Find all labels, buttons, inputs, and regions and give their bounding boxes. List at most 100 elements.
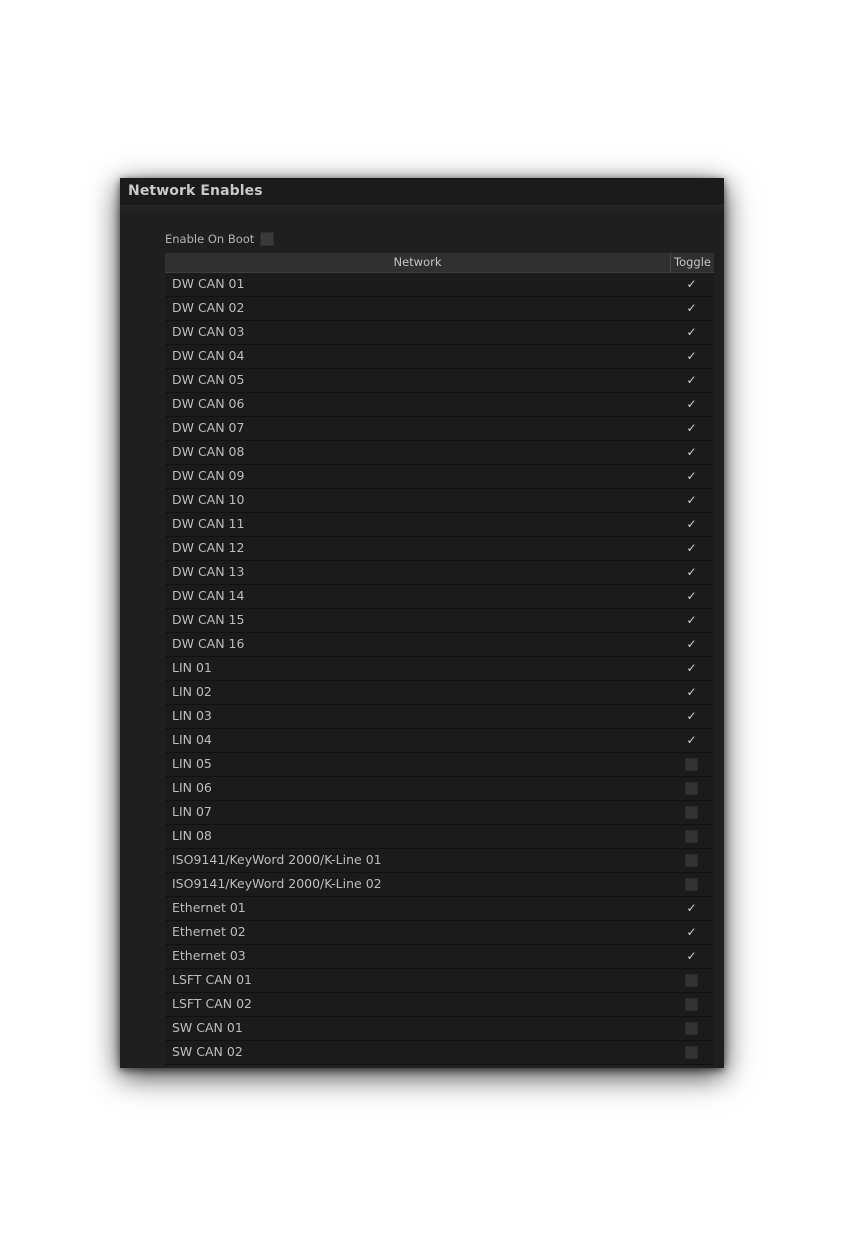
table-row[interactable]: Ethernet 02 ✓: [165, 921, 714, 945]
table-row[interactable]: DW CAN 15 ✓: [165, 609, 714, 633]
toggle-checkbox[interactable]: [685, 806, 698, 819]
toggle-checkbox[interactable]: [685, 878, 698, 891]
checkmark-icon[interactable]: ✓: [686, 422, 696, 434]
table-row[interactable]: LIN 02 ✓: [165, 681, 714, 705]
table-row[interactable]: DW CAN 07 ✓: [165, 417, 714, 441]
table-row[interactable]: DW CAN 14 ✓: [165, 585, 714, 609]
checkmark-icon[interactable]: ✓: [686, 926, 696, 938]
toggle-checkbox[interactable]: [685, 758, 698, 771]
table-row[interactable]: DW CAN 09 ✓: [165, 465, 714, 489]
toggle-checkbox[interactable]: [685, 974, 698, 987]
toggle-cell[interactable]: [670, 849, 713, 872]
toggle-cell[interactable]: ✓: [670, 705, 713, 728]
toggle-checkbox[interactable]: [685, 830, 698, 843]
toggle-cell[interactable]: ✓: [670, 897, 713, 920]
table-row[interactable]: Ethernet 03 ✓: [165, 945, 714, 969]
toggle-cell[interactable]: [670, 801, 713, 824]
toggle-cell[interactable]: ✓: [670, 561, 713, 584]
checkmark-icon[interactable]: ✓: [686, 638, 696, 650]
toggle-cell[interactable]: ✓: [670, 729, 713, 752]
table-row[interactable]: DW CAN 04 ✓: [165, 345, 714, 369]
toggle-cell[interactable]: ✓: [670, 513, 713, 536]
table-row[interactable]: DW CAN 02 ✓: [165, 297, 714, 321]
checkmark-icon[interactable]: ✓: [686, 710, 696, 722]
toggle-cell[interactable]: ✓: [670, 657, 713, 680]
checkmark-icon[interactable]: ✓: [686, 326, 696, 338]
checkmark-icon[interactable]: ✓: [686, 590, 696, 602]
checkmark-icon[interactable]: ✓: [686, 662, 696, 674]
toggle-cell[interactable]: ✓: [670, 393, 713, 416]
checkmark-icon[interactable]: ✓: [686, 302, 696, 314]
toggle-column-header[interactable]: Toggle: [670, 253, 714, 272]
checkmark-icon[interactable]: ✓: [686, 902, 696, 914]
toggle-cell[interactable]: ✓: [670, 945, 713, 968]
table-row[interactable]: DW CAN 11 ✓: [165, 513, 714, 537]
table-row[interactable]: DW CAN 10 ✓: [165, 489, 714, 513]
table-row[interactable]: ISO9141/KeyWord 2000/K-Line 02: [165, 873, 714, 897]
table-row[interactable]: LIN 08: [165, 825, 714, 849]
checkmark-icon[interactable]: ✓: [686, 518, 696, 530]
toggle-cell[interactable]: [670, 1017, 713, 1040]
table-row[interactable]: LIN 01 ✓: [165, 657, 714, 681]
toggle-cell[interactable]: ✓: [670, 321, 713, 344]
toggle-cell[interactable]: ✓: [670, 921, 713, 944]
enable-on-boot-checkbox[interactable]: [260, 232, 275, 246]
table-row[interactable]: SW CAN 01: [165, 1017, 714, 1041]
table-row[interactable]: DW CAN 03 ✓: [165, 321, 714, 345]
table-row[interactable]: LIN 03 ✓: [165, 705, 714, 729]
toggle-cell[interactable]: [670, 993, 713, 1016]
table-row[interactable]: DW CAN 05 ✓: [165, 369, 714, 393]
toggle-checkbox[interactable]: [685, 998, 698, 1011]
toggle-cell[interactable]: ✓: [670, 417, 713, 440]
toggle-cell[interactable]: ✓: [670, 489, 713, 512]
table-row[interactable]: DW CAN 06 ✓: [165, 393, 714, 417]
toggle-cell[interactable]: ✓: [670, 369, 713, 392]
table-row[interactable]: DW CAN 08 ✓: [165, 441, 714, 465]
checkmark-icon[interactable]: ✓: [686, 494, 696, 506]
checkmark-icon[interactable]: ✓: [686, 278, 696, 290]
title-bar[interactable]: Network Enables: [120, 178, 724, 206]
toggle-cell[interactable]: ✓: [670, 585, 713, 608]
table-row[interactable]: LIN 05: [165, 753, 714, 777]
toggle-checkbox[interactable]: [685, 1022, 698, 1035]
table-row[interactable]: DW CAN 16 ✓: [165, 633, 714, 657]
toggle-cell[interactable]: ✓: [670, 273, 713, 296]
checkmark-icon[interactable]: ✓: [686, 470, 696, 482]
toggle-cell[interactable]: [670, 777, 713, 800]
toggle-checkbox[interactable]: [685, 854, 698, 867]
toggle-cell[interactable]: ✓: [670, 441, 713, 464]
table-row[interactable]: DW CAN 01 ✓: [165, 273, 714, 297]
toggle-checkbox[interactable]: [685, 1046, 698, 1059]
table-row[interactable]: LIN 07: [165, 801, 714, 825]
table-row[interactable]: LSFT CAN 02: [165, 993, 714, 1017]
checkmark-icon[interactable]: ✓: [686, 686, 696, 698]
toggle-cell[interactable]: [670, 1041, 713, 1064]
table-row[interactable]: LSFT CAN 01: [165, 969, 714, 993]
toggle-cell[interactable]: ✓: [670, 633, 713, 656]
toggle-cell[interactable]: ✓: [670, 465, 713, 488]
table-row[interactable]: LIN 04 ✓: [165, 729, 714, 753]
checkmark-icon[interactable]: ✓: [686, 398, 696, 410]
table-row[interactable]: DW CAN 12 ✓: [165, 537, 714, 561]
toggle-cell[interactable]: ✓: [670, 297, 713, 320]
table-row[interactable]: Ethernet 01 ✓: [165, 897, 714, 921]
toggle-cell[interactable]: ✓: [670, 537, 713, 560]
toggle-cell[interactable]: [670, 825, 713, 848]
toggle-cell[interactable]: [670, 873, 713, 896]
toggle-cell[interactable]: ✓: [670, 681, 713, 704]
checkmark-icon[interactable]: ✓: [686, 542, 696, 554]
table-row[interactable]: DW CAN 13 ✓: [165, 561, 714, 585]
network-column-header[interactable]: Network: [165, 253, 670, 272]
checkmark-icon[interactable]: ✓: [686, 614, 696, 626]
toggle-cell[interactable]: ✓: [670, 609, 713, 632]
toggle-checkbox[interactable]: [685, 782, 698, 795]
checkmark-icon[interactable]: ✓: [686, 374, 696, 386]
checkmark-icon[interactable]: ✓: [686, 446, 696, 458]
toggle-cell[interactable]: [670, 753, 713, 776]
checkmark-icon[interactable]: ✓: [686, 734, 696, 746]
table-row[interactable]: ISO9141/KeyWord 2000/K-Line 01: [165, 849, 714, 873]
checkmark-icon[interactable]: ✓: [686, 350, 696, 362]
toggle-cell[interactable]: ✓: [670, 345, 713, 368]
checkmark-icon[interactable]: ✓: [686, 566, 696, 578]
checkmark-icon[interactable]: ✓: [686, 950, 696, 962]
